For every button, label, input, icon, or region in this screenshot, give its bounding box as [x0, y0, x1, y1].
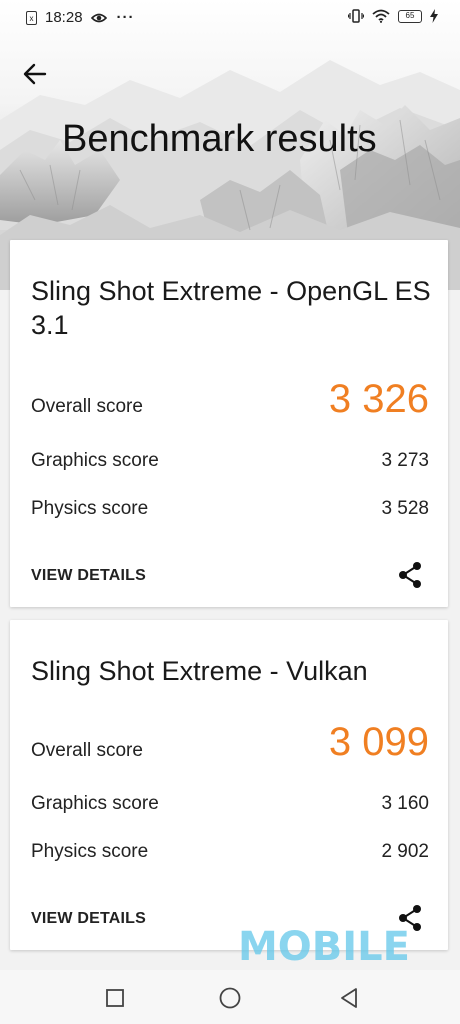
sim-card-icon: x [26, 10, 37, 25]
recent-apps-icon[interactable] [103, 986, 127, 1010]
status-time: 18:28 [45, 9, 83, 26]
page-title: Benchmark results [62, 118, 377, 160]
watermark: MOBILE [238, 924, 410, 970]
navigation-bar [0, 970, 460, 1024]
view-details-button[interactable]: VIEW DETAILS [31, 567, 146, 585]
wifi-icon [372, 9, 390, 23]
result-card-vulkan: Sling Shot Extreme - Vulkan Overall scor… [10, 620, 448, 950]
eye-icon [90, 13, 107, 22]
charging-bolt-icon [430, 9, 438, 23]
back-button[interactable] [20, 60, 50, 88]
status-bar: x 18:28 ··· 65 [0, 0, 460, 36]
share-icon[interactable] [397, 561, 423, 589]
physics-score-value: 2 902 [381, 841, 429, 862]
status-bar-right: 65 [348, 9, 438, 23]
overall-score-value: 3 326 [328, 377, 429, 421]
overall-score-label: Overall score [31, 740, 143, 761]
physics-score-label: Physics score [31, 841, 149, 862]
card-title: Sling Shot Extreme - OpenGL ES 3.1 [31, 276, 431, 340]
back-arrow-icon [23, 63, 47, 85]
graphics-score-value: 3 273 [381, 450, 429, 471]
graphics-score-label: Graphics score [31, 793, 159, 814]
back-triangle-icon[interactable] [337, 986, 361, 1010]
overall-score-label: Overall score [31, 396, 143, 417]
home-icon[interactable] [218, 986, 242, 1010]
card-title: Sling Shot Extreme - Vulkan [31, 656, 368, 686]
view-details-button[interactable]: VIEW DETAILS [31, 910, 146, 928]
battery-icon: 65 [398, 9, 422, 23]
more-notifications-indicator: ··· [116, 9, 135, 26]
overall-score-value: 3 099 [328, 720, 429, 764]
physics-score-label: Physics score [31, 498, 149, 519]
vibrate-icon [348, 9, 364, 23]
graphics-score-label: Graphics score [31, 450, 159, 471]
result-card-opengl: Sling Shot Extreme - OpenGL ES 3.1 Overa… [10, 240, 448, 607]
status-bar-left: x 18:28 ··· [26, 9, 135, 26]
watermark-text: MOBILE [238, 924, 410, 970]
graphics-score-value: 3 160 [381, 793, 429, 814]
physics-score-value: 3 528 [381, 498, 429, 519]
